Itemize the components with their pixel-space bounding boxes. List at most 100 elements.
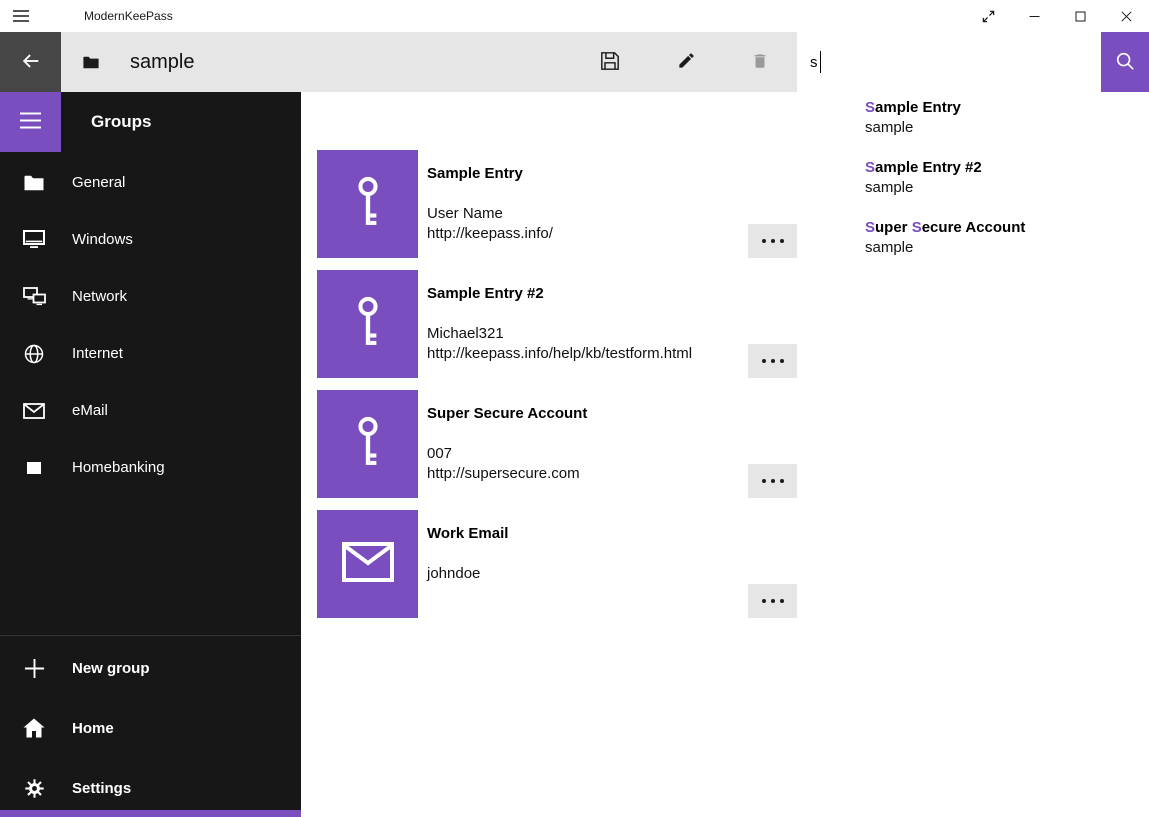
titlebar: ModernKeePass: [0, 0, 1149, 32]
suggestion-title: Super Secure Account: [865, 219, 1025, 236]
edit-button[interactable]: [662, 32, 710, 92]
modernkeepass-window: ModernKeePass sample: [0, 0, 1149, 817]
current-group-title: sample: [130, 32, 194, 92]
group-list: General Windows Network Internet: [0, 154, 301, 496]
entry-url: http://keepass.info/help/kb/testform.htm…: [427, 345, 692, 362]
search-icon: [1115, 51, 1135, 74]
suggestion-item[interactable]: Sample Entry #2 sample: [797, 152, 1101, 212]
entry-tile: [317, 510, 418, 618]
suggestion-title: Sample Entry: [865, 99, 961, 116]
delete-button[interactable]: [736, 32, 784, 92]
entry-title: Work Email: [427, 525, 508, 542]
suggestion-item[interactable]: Super Secure Account sample: [797, 212, 1101, 272]
entry-row[interactable]: Sample Entry #2 Michael321 http://keepas…: [317, 270, 813, 378]
sidebar-item-label: Windows: [72, 231, 133, 248]
sidebar-footer: New group Home Settings: [0, 638, 301, 817]
sidebar-item-label: General: [72, 174, 125, 191]
monitor-icon: [22, 230, 46, 249]
gear-icon: [22, 778, 46, 799]
command-bar: sample s: [0, 32, 1149, 92]
sidebar-item-homebanking[interactable]: Homebanking: [0, 439, 301, 496]
bank-icon: [22, 461, 46, 475]
sidebar-item-label: Homebanking: [72, 459, 165, 476]
minimize-icon[interactable]: [1011, 0, 1057, 32]
nav-toggle-button[interactable]: [0, 92, 61, 152]
close-icon[interactable]: [1103, 0, 1149, 32]
mail-icon: [22, 403, 46, 419]
groups-sidebar: Groups General Windows Network: [0, 92, 301, 817]
more-icon: [762, 359, 784, 363]
more-icon: [762, 239, 784, 243]
search-input-value: s: [810, 54, 818, 71]
more-button[interactable]: [748, 224, 797, 258]
text-caret: [820, 51, 821, 73]
entry-tile: [317, 270, 418, 378]
entry-title: Sample Entry #2: [427, 285, 544, 302]
sidebar-item-new-group[interactable]: New group: [0, 638, 301, 698]
suggestion-group: sample: [865, 119, 913, 136]
suggestion-group: sample: [865, 239, 913, 256]
sidebar-item-home[interactable]: Home: [0, 698, 301, 758]
sidebar-heading: Groups: [91, 112, 151, 132]
sidebar-item-settings[interactable]: Settings: [0, 758, 301, 817]
network-icon: [22, 287, 46, 306]
fullscreen-icon[interactable]: [965, 0, 1011, 32]
suggestion-title: Sample Entry #2: [865, 159, 982, 176]
back-arrow-icon: [20, 50, 42, 75]
sidebar-item-label: eMail: [72, 402, 108, 419]
search-suggestions: Sample Entry sample Sample Entry #2 samp…: [797, 92, 1101, 272]
folder-icon: [83, 56, 99, 74]
app-title: ModernKeePass: [84, 0, 173, 32]
sidebar-item-email[interactable]: eMail: [0, 382, 301, 439]
globe-icon: [22, 344, 46, 364]
sidebar-item-label: Internet: [72, 345, 123, 362]
sidebar-item-label: Network: [72, 288, 127, 305]
delete-trash-icon: [751, 51, 769, 74]
maximize-icon[interactable]: [1057, 0, 1103, 32]
entry-username: 007: [427, 445, 452, 462]
entry-title: Super Secure Account: [427, 405, 587, 422]
entry-url: http://keepass.info/: [427, 225, 553, 242]
more-button[interactable]: [748, 584, 797, 618]
suggestion-group: sample: [865, 179, 913, 196]
more-button[interactable]: [748, 464, 797, 498]
entry-tile: [317, 390, 418, 498]
mail-icon: [341, 541, 395, 588]
sidebar-item-network[interactable]: Network: [0, 268, 301, 325]
window-controls: [965, 0, 1149, 32]
home-icon: [22, 718, 46, 738]
hamburger-icon: [20, 112, 41, 132]
entry-username: johndoe: [427, 565, 480, 582]
entry-row[interactable]: Work Email johndoe: [317, 510, 813, 618]
entry-url: http://supersecure.com: [427, 465, 580, 482]
sidebar-item-internet[interactable]: Internet: [0, 325, 301, 382]
suggestion-item[interactable]: Sample Entry sample: [797, 92, 1101, 152]
key-icon: [351, 175, 385, 234]
titlebar-hamburger-icon[interactable]: [13, 0, 49, 32]
more-icon: [762, 599, 784, 603]
sidebar-item-label: Home: [72, 720, 114, 737]
sidebar-item-label: New group: [72, 660, 150, 677]
accent-strip: [0, 810, 301, 817]
sidebar-divider: [0, 635, 301, 636]
entry-row[interactable]: Super Secure Account 007 http://supersec…: [317, 390, 813, 498]
entry-title: Sample Entry: [427, 165, 523, 182]
edit-pencil-icon: [677, 51, 696, 73]
entry-row[interactable]: Sample Entry User Name http://keepass.in…: [317, 150, 813, 258]
sidebar-item-windows[interactable]: Windows: [0, 211, 301, 268]
search-input[interactable]: s: [797, 32, 1101, 92]
back-button[interactable]: [0, 32, 61, 92]
sidebar-item-label: Settings: [72, 780, 131, 797]
save-icon: [600, 51, 620, 74]
more-button[interactable]: [748, 344, 797, 378]
save-button[interactable]: [586, 32, 634, 92]
folder-icon: [22, 175, 46, 191]
plus-icon: [22, 658, 46, 679]
search-button[interactable]: [1101, 32, 1149, 92]
entry-username: User Name: [427, 205, 503, 222]
more-icon: [762, 479, 784, 483]
entry-tile: [317, 150, 418, 258]
key-icon: [351, 415, 385, 474]
sidebar-item-general[interactable]: General: [0, 154, 301, 211]
entry-username: Michael321: [427, 325, 504, 342]
